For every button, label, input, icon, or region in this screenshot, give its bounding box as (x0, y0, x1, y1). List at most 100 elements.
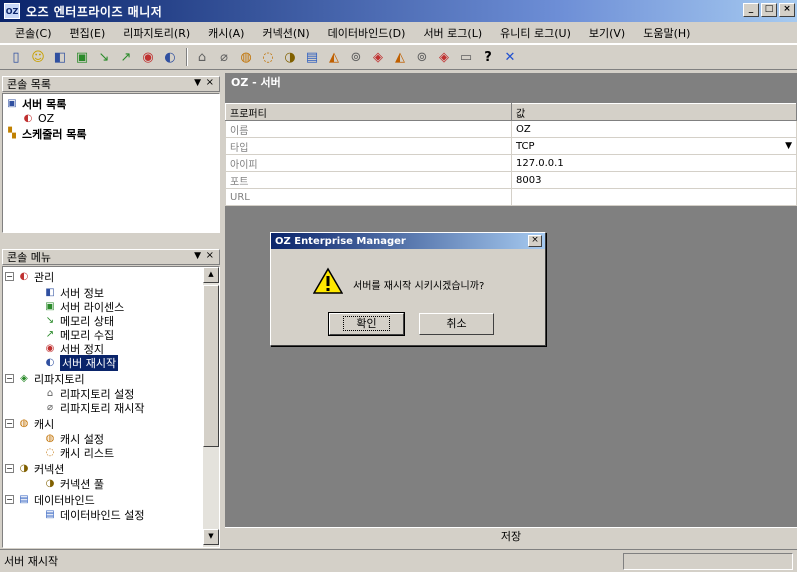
tree-item-label: 데이터바인드 (34, 493, 95, 507)
close-icon[interactable]: ✕ (500, 47, 520, 67)
document-tab[interactable]: OZ - 서버 (225, 73, 797, 91)
stop-icon: ◉ (45, 343, 55, 354)
dialog-close-icon[interactable]: × (528, 235, 542, 247)
tree-item-server-list[interactable]: ▣ 서버 목록 (5, 96, 66, 111)
help-icon[interactable]: ? (478, 47, 498, 67)
ok-button[interactable]: 확인 (328, 312, 405, 336)
menu-repository[interactable]: 리파지토리(R) (114, 25, 199, 41)
scroll-down-icon[interactable]: ▼ (203, 529, 219, 545)
collapse-icon[interactable]: − (5, 374, 14, 383)
cancel-button[interactable]: 취소 (419, 313, 494, 335)
table-row[interactable]: 타입 TCP ▼ (225, 137, 797, 155)
unity-view-icon[interactable]: ◈ (434, 47, 454, 67)
property-value[interactable] (511, 188, 797, 206)
table-row[interactable]: 아이피 127.0.0.1 (225, 154, 797, 172)
document-icon[interactable]: ▭ (456, 47, 476, 67)
menu-console[interactable]: 콘솔(C) (6, 25, 61, 41)
collapse-icon[interactable]: − (5, 419, 14, 428)
log-icon[interactable]: ◭ (324, 47, 344, 67)
save-tab[interactable]: 저장 (225, 527, 797, 547)
repository-settings-icon: ⌂ (46, 388, 54, 399)
menu-server-log[interactable]: 서버 로그(L) (414, 25, 491, 41)
maximize-button[interactable]: □ (761, 3, 777, 17)
minimize-button[interactable]: _ (743, 3, 759, 17)
pin-icon[interactable]: ▼ (194, 251, 201, 261)
menu-unity-log[interactable]: 유니티 로그(U) (491, 25, 580, 41)
tree-item-label: 스케줄러 목록 (22, 127, 87, 141)
log-search-icon[interactable]: ⊚ (346, 47, 366, 67)
close-button[interactable]: × (779, 3, 795, 17)
ok-button-label: 확인 (343, 316, 390, 331)
tree-item-cache-list[interactable]: ◌ 캐시 리스트 (43, 445, 114, 460)
tree-item-label: OZ (38, 112, 55, 125)
tree-item-scheduler-list[interactable]: ▚ 스케줄러 목록 (5, 126, 87, 141)
tree-item-label: 리파지토리 재시작 (60, 401, 145, 415)
table-row[interactable]: URL (225, 188, 797, 206)
panel-close-icon[interactable]: × (206, 77, 214, 88)
databind-settings-icon: ▤ (45, 509, 55, 520)
tree-group-cache[interactable]: − ◍ 캐시 (5, 416, 54, 431)
tree-group-manage[interactable]: − ◐ 관리 (5, 269, 54, 284)
tree-group-connection[interactable]: − ◑ 커넥션 (5, 461, 64, 476)
server-info-icon[interactable]: ◧ (50, 47, 70, 67)
databind-icon: ▤ (19, 494, 29, 505)
log-view-icon[interactable]: ◈ (368, 47, 388, 67)
collapse-icon[interactable]: − (5, 464, 14, 473)
menu-edit[interactable]: 편집(E) (61, 25, 115, 41)
menu-databind[interactable]: 데이터바인드(D) (319, 25, 415, 41)
stop-icon[interactable]: ◉ (138, 47, 158, 67)
tree-group-databind[interactable]: − ▤ 데이터바인드 (5, 492, 95, 507)
scroll-thumb[interactable] (203, 285, 219, 447)
toolbar-separator (186, 48, 188, 66)
tree-item-label: 관리 (34, 270, 55, 284)
tree-item-repository-restart[interactable]: ⌀ 리파지토리 재시작 (43, 400, 144, 415)
property-value-select[interactable]: TCP ▼ (511, 137, 797, 155)
window-controls: _ □ × (743, 3, 795, 17)
restart-icon[interactable]: ◐ (160, 47, 180, 67)
memory-status-icon[interactable]: ↘ (94, 47, 114, 67)
tree-group-repository[interactable]: − ◈ 리파지토리 (5, 371, 85, 386)
unity-search-icon[interactable]: ⊚ (412, 47, 432, 67)
table-header-row: 프로퍼티 값 (225, 103, 797, 121)
menu-connection[interactable]: 커넥션(N) (253, 25, 318, 41)
tree-scrollbar[interactable]: ▲ ▼ (203, 267, 219, 547)
menu-help[interactable]: 도움말(H) (634, 25, 699, 41)
license-icon[interactable]: ▣ (72, 47, 92, 67)
smile-icon[interactable]: ☺ (28, 47, 48, 67)
scroll-up-icon[interactable]: ▲ (203, 267, 219, 283)
databind-icon[interactable]: ▤ (302, 47, 322, 67)
tree-item-oz[interactable]: ◐ OZ (21, 111, 55, 126)
warning-icon (313, 267, 343, 294)
tree-item-label: 서버 재시작 (60, 354, 119, 371)
menu-view[interactable]: 보기(V) (580, 25, 634, 41)
property-value[interactable]: 127.0.0.1 (511, 154, 797, 172)
panel-close-icon[interactable]: × (206, 250, 214, 261)
app-icon: OZ (4, 3, 20, 19)
unity-log-icon[interactable]: ◭ (390, 47, 410, 67)
tree-item-connection-pool[interactable]: ◑ 커넥션 풀 (43, 476, 104, 491)
pin-icon[interactable]: ▼ (194, 78, 201, 88)
cache-list-icon[interactable]: ◌ (258, 47, 278, 67)
collapse-icon[interactable]: − (5, 272, 14, 281)
connection-icon[interactable]: ◑ (280, 47, 300, 67)
manage-icon: ◐ (19, 271, 29, 282)
new-icon[interactable]: ▯ (6, 47, 26, 67)
license-icon: ▣ (45, 301, 55, 312)
property-key: 아이피 (225, 154, 512, 172)
collapse-icon[interactable]: − (5, 495, 14, 504)
tree-item-server-restart[interactable]: ◐ 서버 재시작 (43, 354, 119, 371)
chevron-down-icon[interactable]: ▼ (785, 141, 792, 151)
table-row[interactable]: 이름 OZ (225, 120, 797, 138)
cache-settings-icon: ◍ (45, 433, 55, 444)
property-value[interactable]: 8003 (511, 171, 797, 189)
cache-icon[interactable]: ◍ (236, 47, 256, 67)
repository-icon[interactable]: ⌂ (192, 47, 212, 67)
toolbar: ▯ ☺ ◧ ▣ ↘ ↗ ◉ ◐ ⌂ ⌀ ◍ ◌ ◑ ▤ ◭ ⊚ ◈ ◭ ⊚ ◈ … (0, 44, 797, 70)
memory-collect-icon[interactable]: ↗ (116, 47, 136, 67)
menu-cache[interactable]: 캐시(A) (199, 25, 253, 41)
table-row[interactable]: 포트 8003 (225, 171, 797, 189)
property-value[interactable]: OZ (511, 120, 797, 138)
repository-restart-icon[interactable]: ⌀ (214, 47, 234, 67)
status-bar: 서버 재시작 (0, 549, 797, 572)
tree-item-databind-settings[interactable]: ▤ 데이터바인드 설정 (43, 507, 144, 522)
